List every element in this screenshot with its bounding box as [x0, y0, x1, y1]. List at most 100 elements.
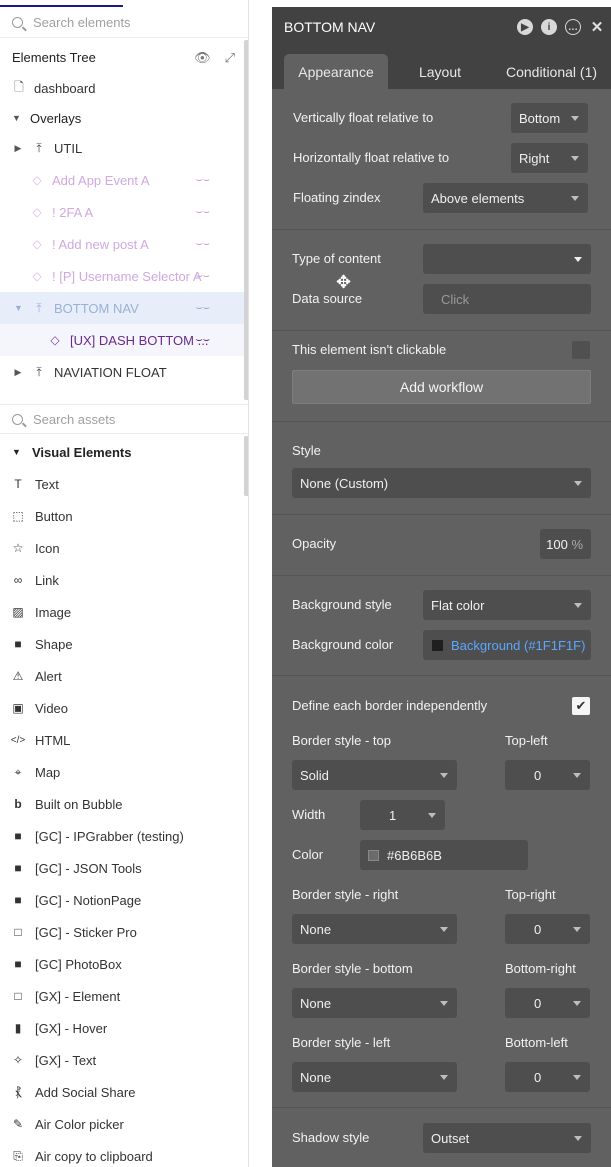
shadow-style-dropdown[interactable]: Outset: [423, 1123, 591, 1153]
hfloat-value: Right: [519, 150, 550, 166]
data-source-field[interactable]: Click: [423, 284, 591, 314]
asset-notionpage[interactable]: ■ [GC] - NotionPage: [0, 884, 244, 916]
search-assets-input[interactable]: [33, 411, 213, 427]
tree-item-add-new-post[interactable]: ◇ ! Add new post A ⌣⌣: [0, 228, 244, 260]
border-color-picker[interactable]: #6B6B6B: [360, 840, 528, 870]
asset-gx-element[interactable]: □ [GX] - Element: [0, 980, 244, 1012]
border-right-dropdown[interactable]: None: [292, 914, 457, 944]
chevron-down-icon: [573, 773, 581, 778]
bg-style-dropdown[interactable]: Flat color: [423, 590, 591, 620]
hidden-eye-icon[interactable]: ⌣⌣: [196, 206, 210, 219]
plugin-icon: ■: [14, 861, 22, 875]
info-icon[interactable]: i: [541, 19, 557, 35]
asset-sticker-pro[interactable]: □ [GC] - Sticker Pro: [0, 916, 244, 948]
asset-label: Video: [35, 700, 69, 716]
asset-json-tools[interactable]: ■ [GC] - JSON Tools: [0, 852, 244, 884]
tab-layout[interactable]: Layout: [388, 54, 492, 89]
eye-icon[interactable]: 👁︎: [194, 50, 211, 66]
asset-social-share[interactable]: ⳩ Add Social Share: [0, 1076, 244, 1108]
tab-appearance[interactable]: Appearance: [284, 54, 388, 89]
hidden-eye-icon[interactable]: ⌣⌣: [196, 174, 210, 187]
asset-gx-text[interactable]: ✧ [GX] - Text: [0, 1044, 244, 1076]
close-icon[interactable]: ✕: [589, 19, 605, 36]
bottom-right-radius-dropdown[interactable]: 0: [505, 988, 590, 1018]
border-top-dropdown[interactable]: Solid: [292, 760, 457, 790]
bottom-left-radius-dropdown[interactable]: 0: [505, 1062, 590, 1092]
asset-photobox[interactable]: ■ [GC] PhotoBox: [0, 948, 244, 980]
hfloat-dropdown[interactable]: Right: [511, 143, 588, 173]
asset-video[interactable]: ▣ Video: [0, 692, 244, 724]
chevron-down-icon: [574, 603, 582, 608]
tree-item-dashboard[interactable]: 🗋︎ dashboard: [0, 72, 244, 104]
tree-item-dash-bottom[interactable]: ◇ [UX] DASH BOTTOM ... ⌣⌣: [0, 324, 244, 356]
asset-built-on-bubble[interactable]: b Built on Bubble: [0, 788, 244, 820]
border-bottom-dropdown[interactable]: None: [292, 988, 457, 1018]
asset-alert[interactable]: ⚠︎ Alert: [0, 660, 244, 692]
add-workflow-button[interactable]: Add workflow: [292, 370, 591, 404]
chevron-down-icon: [574, 481, 582, 486]
asset-link[interactable]: ∞ Link: [0, 564, 244, 596]
tree-item-add-app-event[interactable]: ◇ Add App Event A ⌣⌣: [0, 164, 244, 196]
border-left-dropdown[interactable]: None: [292, 1062, 457, 1092]
asset-color-picker[interactable]: ✎ Air Color picker: [0, 1108, 244, 1140]
property-editor-header: BOTTOM NAV ▶ i … ✕: [272, 7, 611, 47]
tree-item-2fa[interactable]: ◇ ! 2FA A ⌣⌣: [0, 196, 244, 228]
caret-down-icon[interactable]: ▼: [14, 303, 23, 313]
tree-item-naviation-float[interactable]: ▶ ⤒ NAVIATION FLOAT: [0, 356, 244, 388]
zindex-dropdown[interactable]: Above elements: [423, 183, 588, 213]
style-dropdown[interactable]: None (Custom): [292, 468, 591, 498]
asset-label: Map: [35, 764, 61, 780]
tree-item-bottom-nav[interactable]: ▼ ⤒ BOTTOM NAV ⌣⌣: [0, 292, 244, 324]
asset-html[interactable]: </> HTML: [0, 724, 244, 756]
tree-item-username-selector[interactable]: ◇ ! [P] Username Selector A ⌣⌣: [0, 260, 244, 292]
caret-down-icon[interactable]: ▼: [12, 113, 21, 123]
caret-right-icon[interactable]: ▶: [14, 143, 22, 154]
asset-text[interactable]: T Text: [0, 468, 244, 500]
hidden-eye-icon[interactable]: ⌣⌣: [196, 302, 210, 315]
content-type-dropdown[interactable]: [423, 244, 591, 274]
asset-button[interactable]: ⬚ Button: [0, 500, 244, 532]
asset-label: [GX] - Text: [35, 1052, 97, 1068]
play-icon[interactable]: ▶: [517, 19, 533, 35]
visual-elements-header[interactable]: ▼ Visual Elements: [0, 436, 244, 468]
expand-icon[interactable]: ⤢: [225, 50, 235, 66]
share-icon: ⳩: [15, 1084, 21, 1099]
asset-icon[interactable]: ☆ Icon: [0, 532, 244, 564]
asset-label: Image: [35, 604, 72, 620]
zindex-value: Above elements: [431, 190, 525, 206]
top-left-radius-dropdown[interactable]: 0: [505, 760, 590, 790]
tree-item-util[interactable]: ▶ ⤒ UTIL: [0, 132, 244, 164]
asset-gx-hover[interactable]: ▮ [GX] - Hover: [0, 1012, 244, 1044]
asset-shape[interactable]: ■ Shape: [0, 628, 244, 660]
top-right-radius-dropdown[interactable]: 0: [505, 914, 590, 944]
hidden-eye-icon[interactable]: ⌣⌣: [196, 238, 210, 251]
asset-map[interactable]: ⌖ Map: [0, 756, 244, 788]
asset-ipgrabber[interactable]: ■ [GC] - IPGrabber (testing): [0, 820, 244, 852]
shadow-value: Outset: [431, 1130, 470, 1146]
caret-down-icon[interactable]: ▼: [12, 447, 21, 457]
caret-right-icon[interactable]: ▶: [14, 367, 22, 378]
tab-conditional[interactable]: Conditional (1): [492, 54, 611, 89]
vfloat-value: Bottom: [519, 110, 561, 126]
asset-image[interactable]: ▨ Image: [0, 596, 244, 628]
tree-item-overlays[interactable]: ▼ Overlays: [0, 102, 244, 134]
vfloat-dropdown[interactable]: Bottom: [511, 103, 588, 133]
border-indep-checkbox[interactable]: ✔: [572, 697, 590, 715]
plugin-icon: ■: [14, 957, 22, 971]
hidden-eye-icon[interactable]: ⌣⌣: [196, 270, 210, 283]
divider: [272, 675, 611, 676]
border-width-dropdown[interactable]: 1: [360, 800, 445, 830]
asset-copy-clipboard[interactable]: ⎘ Air copy to clipboard: [0, 1140, 244, 1167]
tree-scrollbar[interactable]: [244, 40, 248, 400]
opacity-value: 100: [546, 536, 568, 552]
search-elements-input[interactable]: [33, 15, 213, 30]
comment-icon[interactable]: …: [565, 19, 581, 35]
bg-color-picker[interactable]: Background (#1F1F1F): [423, 630, 591, 660]
map-pin-icon: ⌖: [14, 764, 22, 779]
asset-label: [GC] - Sticker Pro: [35, 924, 137, 940]
assets-scrollbar[interactable]: [244, 436, 248, 496]
hidden-eye-icon[interactable]: ⌣⌣: [196, 334, 210, 347]
not-clickable-checkbox[interactable]: [572, 341, 590, 359]
chevron-down-icon: [574, 1136, 582, 1141]
opacity-input[interactable]: 100 %: [540, 529, 591, 559]
